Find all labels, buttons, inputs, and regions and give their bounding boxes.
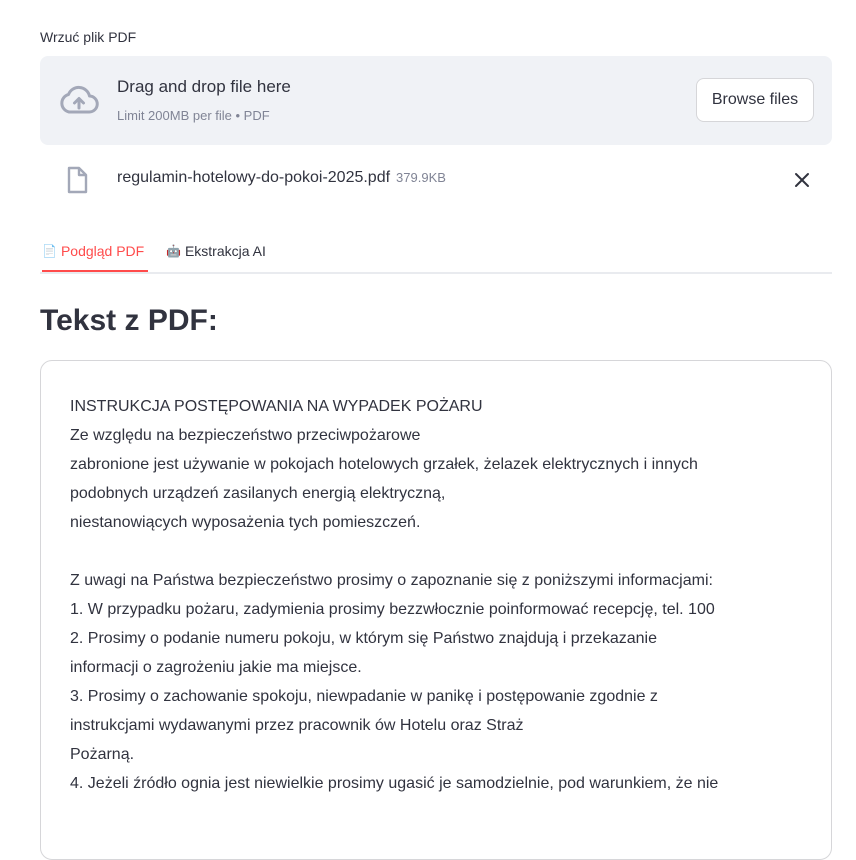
pdf-text-line: Ze względu na bezpieczeństwo przeciwpoża… (70, 427, 421, 444)
file-name: regulamin-hotelowy-do-pokoi-2025.pdf 379.… (117, 169, 446, 187)
uploaded-file-row: regulamin-hotelowy-do-pokoi-2025.pdf 379.… (40, 160, 832, 200)
pdf-text-line: 3. Prosimy o zachowanie spokoju, niewpad… (70, 688, 658, 705)
pdf-text-line: niestanowiących wyposażenia tych pomiesz… (70, 514, 421, 531)
pdf-text-line (70, 536, 802, 568)
dropzone-title: Drag and drop file here (117, 77, 291, 96)
dropzone-limit-text: Limit 200MB per file • PDF (117, 108, 270, 123)
uploader-label: Wrzuć plik PDF (40, 29, 137, 45)
close-icon[interactable] (794, 172, 810, 188)
pdf-text-line: informacji o zagrożeniu jakie ma miejsce… (70, 659, 362, 676)
pdf-text-line: 1. W przypadku pożaru, zadymienia prosim… (70, 601, 715, 618)
pdf-text-line: instrukcjami wydawanymi przez pracownik … (70, 717, 524, 734)
tab-ai-extraction-label: Ekstrakcja AI (184, 243, 266, 259)
pdf-text-line: Z uwagi na Państwa bezpieczeństwo prosim… (70, 572, 713, 589)
tab-bar: 📄 Podgląd PDF 🤖 Ekstrakcja AI (40, 232, 832, 274)
tab-ai-extraction[interactable]: 🤖 Ekstrakcja AI (166, 232, 266, 270)
file-icon (67, 166, 88, 194)
file-name-text: regulamin-hotelowy-do-pokoi-2025.pdf (117, 169, 391, 186)
tab-pdf-preview[interactable]: 📄 Podgląd PDF (42, 232, 149, 272)
file-dropzone[interactable]: Drag and drop file here Limit 200MB per … (40, 56, 832, 145)
pdf-text-line: podobnych urządzeń zasilanych energią el… (70, 485, 446, 502)
pdf-text-line: Pożarną. (70, 746, 135, 763)
file-size: 379.9KB (396, 170, 446, 185)
pdf-text-line: 2. Prosimy o podanie numeru pokoju, w kt… (70, 630, 657, 647)
pdf-text-line: INSTRUKCJA POSTĘPOWANIA NA WYPADEK POŻAR… (70, 398, 483, 415)
browse-files-button[interactable]: Browse files (696, 78, 814, 122)
robot-icon: 🤖 (166, 244, 181, 258)
pdf-text-area[interactable]: INSTRUKCJA POSTĘPOWANIA NA WYPADEK POŻAR… (40, 360, 832, 860)
cloud-upload-icon (60, 85, 99, 114)
pdf-text-line: 4. Jeżeli źródło ognia jest niewielkie p… (70, 775, 719, 792)
tab-pdf-preview-label: Podgląd PDF (60, 243, 145, 259)
document-icon: 📄 (42, 244, 57, 258)
pdf-text-line: zabronione jest używanie w pokojach hote… (70, 456, 698, 473)
page-heading: Tekst z PDF: (40, 304, 218, 337)
